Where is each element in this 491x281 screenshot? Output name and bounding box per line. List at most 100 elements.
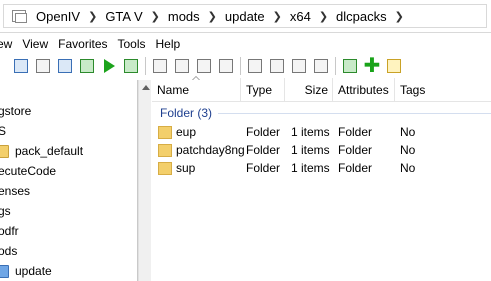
folder-icon bbox=[0, 144, 9, 158]
tree-item[interactable]: gstore bbox=[0, 101, 31, 121]
folders-icon bbox=[12, 10, 27, 23]
item-size: 1 items bbox=[291, 161, 330, 175]
column-size[interactable]: Size bbox=[285, 78, 333, 102]
group-header[interactable]: Folder (3) bbox=[160, 106, 491, 120]
checklist-icon[interactable] bbox=[56, 57, 74, 75]
breadcrumb: OpenIV ❯ GTA V ❯ mods ❯ update ❯ x64 ❯ d… bbox=[32, 9, 408, 24]
text-icon[interactable] bbox=[217, 57, 235, 75]
menu-bar: ew View Favorites Tools Help bbox=[0, 35, 185, 53]
column-name[interactable]: Name bbox=[152, 76, 241, 102]
tree-item[interactable]: ecuteCode bbox=[0, 161, 56, 181]
address-bar: OpenIV ❯ GTA V ❯ mods ❯ update ❯ x64 ❯ d… bbox=[0, 0, 491, 33]
toolbar-divider bbox=[145, 57, 146, 75]
crumb-dlcpacks[interactable]: dlcpacks bbox=[332, 9, 391, 24]
column-tags[interactable]: Tags bbox=[395, 78, 491, 102]
chevron-right-icon[interactable]: ❯ bbox=[147, 10, 164, 23]
column-size-label: Size bbox=[304, 83, 328, 97]
gear-icon[interactable] bbox=[12, 57, 30, 75]
folder-tree: gstore S pack_default ecuteCode enses gs… bbox=[0, 80, 138, 281]
tree-item[interactable]: S bbox=[0, 121, 6, 141]
column-name-label: Name bbox=[157, 83, 190, 97]
chevron-right-icon[interactable]: ❯ bbox=[391, 10, 408, 23]
column-attributes-label: Attributes bbox=[338, 83, 389, 97]
item-name: sup bbox=[176, 161, 196, 175]
tree-item[interactable]: odfr bbox=[0, 221, 19, 241]
play-icon[interactable] bbox=[100, 57, 118, 75]
sort-ascending-icon bbox=[192, 76, 200, 82]
item-size: 1 items bbox=[291, 125, 330, 139]
item-attributes: Folder bbox=[338, 143, 373, 157]
replace-icon[interactable] bbox=[268, 57, 286, 75]
document-icon[interactable] bbox=[173, 57, 191, 75]
file-list: Name Type Size Attributes Tags Folder (3… bbox=[152, 76, 491, 281]
tree-item-label: gs bbox=[0, 204, 11, 218]
tree-item[interactable]: ods bbox=[0, 241, 17, 261]
tree-item[interactable]: enses bbox=[0, 181, 30, 201]
edit-icon[interactable] bbox=[151, 57, 169, 75]
column-type-label: Type bbox=[246, 83, 273, 97]
toolbar-divider bbox=[240, 57, 241, 75]
folder-icon bbox=[158, 161, 172, 175]
crumb-update[interactable]: update bbox=[221, 9, 269, 24]
folder-icon bbox=[158, 125, 172, 139]
tree-item-label: enses bbox=[0, 184, 31, 198]
tree-item-label: ecuteCode bbox=[0, 164, 57, 178]
tree-item[interactable]: update bbox=[0, 261, 52, 281]
list-item[interactable]: patchday8ng Folder 1 items Folder No bbox=[152, 141, 491, 159]
column-tags-label: Tags bbox=[400, 83, 426, 97]
column-header: Name Type Size Attributes Tags bbox=[152, 76, 491, 102]
item-type: Folder bbox=[246, 143, 281, 157]
export-icon[interactable] bbox=[122, 57, 140, 75]
column-type[interactable]: Type bbox=[241, 78, 285, 102]
image-icon[interactable] bbox=[195, 57, 213, 75]
tree-item-label: pack_default bbox=[15, 144, 84, 158]
item-tags: No bbox=[400, 161, 416, 175]
item-tags: No bbox=[400, 125, 416, 139]
group-divider bbox=[218, 112, 491, 114]
menu-help[interactable]: Help bbox=[151, 37, 186, 51]
chevron-right-icon[interactable]: ❯ bbox=[204, 10, 221, 23]
import-icon[interactable] bbox=[246, 57, 264, 75]
item-name: patchday8ng bbox=[176, 143, 245, 157]
menu-favorites[interactable]: Favorites bbox=[53, 37, 112, 51]
save-icon[interactable] bbox=[290, 57, 308, 75]
item-attributes: Folder bbox=[338, 161, 373, 175]
list-item[interactable]: eup Folder 1 items Folder No bbox=[152, 123, 491, 141]
address-box[interactable]: OpenIV ❯ GTA V ❯ mods ❯ update ❯ x64 ❯ d… bbox=[3, 4, 487, 28]
scroll-up-icon[interactable] bbox=[142, 85, 150, 90]
item-tags: No bbox=[400, 143, 416, 157]
chevron-right-icon[interactable]: ❯ bbox=[269, 10, 286, 23]
package-icon[interactable] bbox=[341, 57, 359, 75]
tree-icon[interactable] bbox=[78, 57, 96, 75]
add-icon[interactable]: ✚ bbox=[363, 56, 381, 76]
crumb-openiv[interactable]: OpenIV bbox=[32, 9, 84, 24]
tree-item-label: ods bbox=[0, 244, 18, 258]
tree-item[interactable]: gs bbox=[0, 201, 11, 221]
menu-view-partial[interactable]: ew bbox=[0, 37, 17, 51]
crumb-x64[interactable]: x64 bbox=[286, 9, 315, 24]
item-type: Folder bbox=[246, 161, 281, 175]
chevron-right-icon[interactable]: ❯ bbox=[315, 10, 332, 23]
crumb-gtav[interactable]: GTA V bbox=[101, 9, 146, 24]
folder-blue-icon bbox=[0, 264, 9, 278]
tree-item[interactable]: pack_default bbox=[0, 141, 83, 161]
menu-view[interactable]: View bbox=[17, 37, 53, 51]
tree-scrollbar[interactable] bbox=[138, 80, 151, 281]
crumb-mods[interactable]: mods bbox=[164, 9, 204, 24]
column-attributes[interactable]: Attributes bbox=[333, 78, 395, 102]
group-label: Folder (3) bbox=[160, 106, 213, 120]
tree-item-label: odfr bbox=[0, 224, 19, 238]
list-item[interactable]: sup Folder 1 items Folder No bbox=[152, 159, 491, 177]
tools-icon[interactable] bbox=[34, 57, 52, 75]
rebuild-icon[interactable] bbox=[312, 57, 330, 75]
folder-icon bbox=[158, 143, 172, 157]
chevron-right-icon[interactable]: ❯ bbox=[84, 10, 101, 23]
tree-item-label: S bbox=[0, 124, 7, 138]
item-type: Folder bbox=[246, 125, 281, 139]
menu-tools[interactable]: Tools bbox=[113, 37, 151, 51]
tree-item-label: update bbox=[15, 264, 52, 278]
item-name: eup bbox=[176, 125, 197, 139]
item-size: 1 items bbox=[291, 143, 330, 157]
tree-item-label: gstore bbox=[0, 104, 32, 118]
new-file-icon[interactable] bbox=[385, 57, 403, 75]
